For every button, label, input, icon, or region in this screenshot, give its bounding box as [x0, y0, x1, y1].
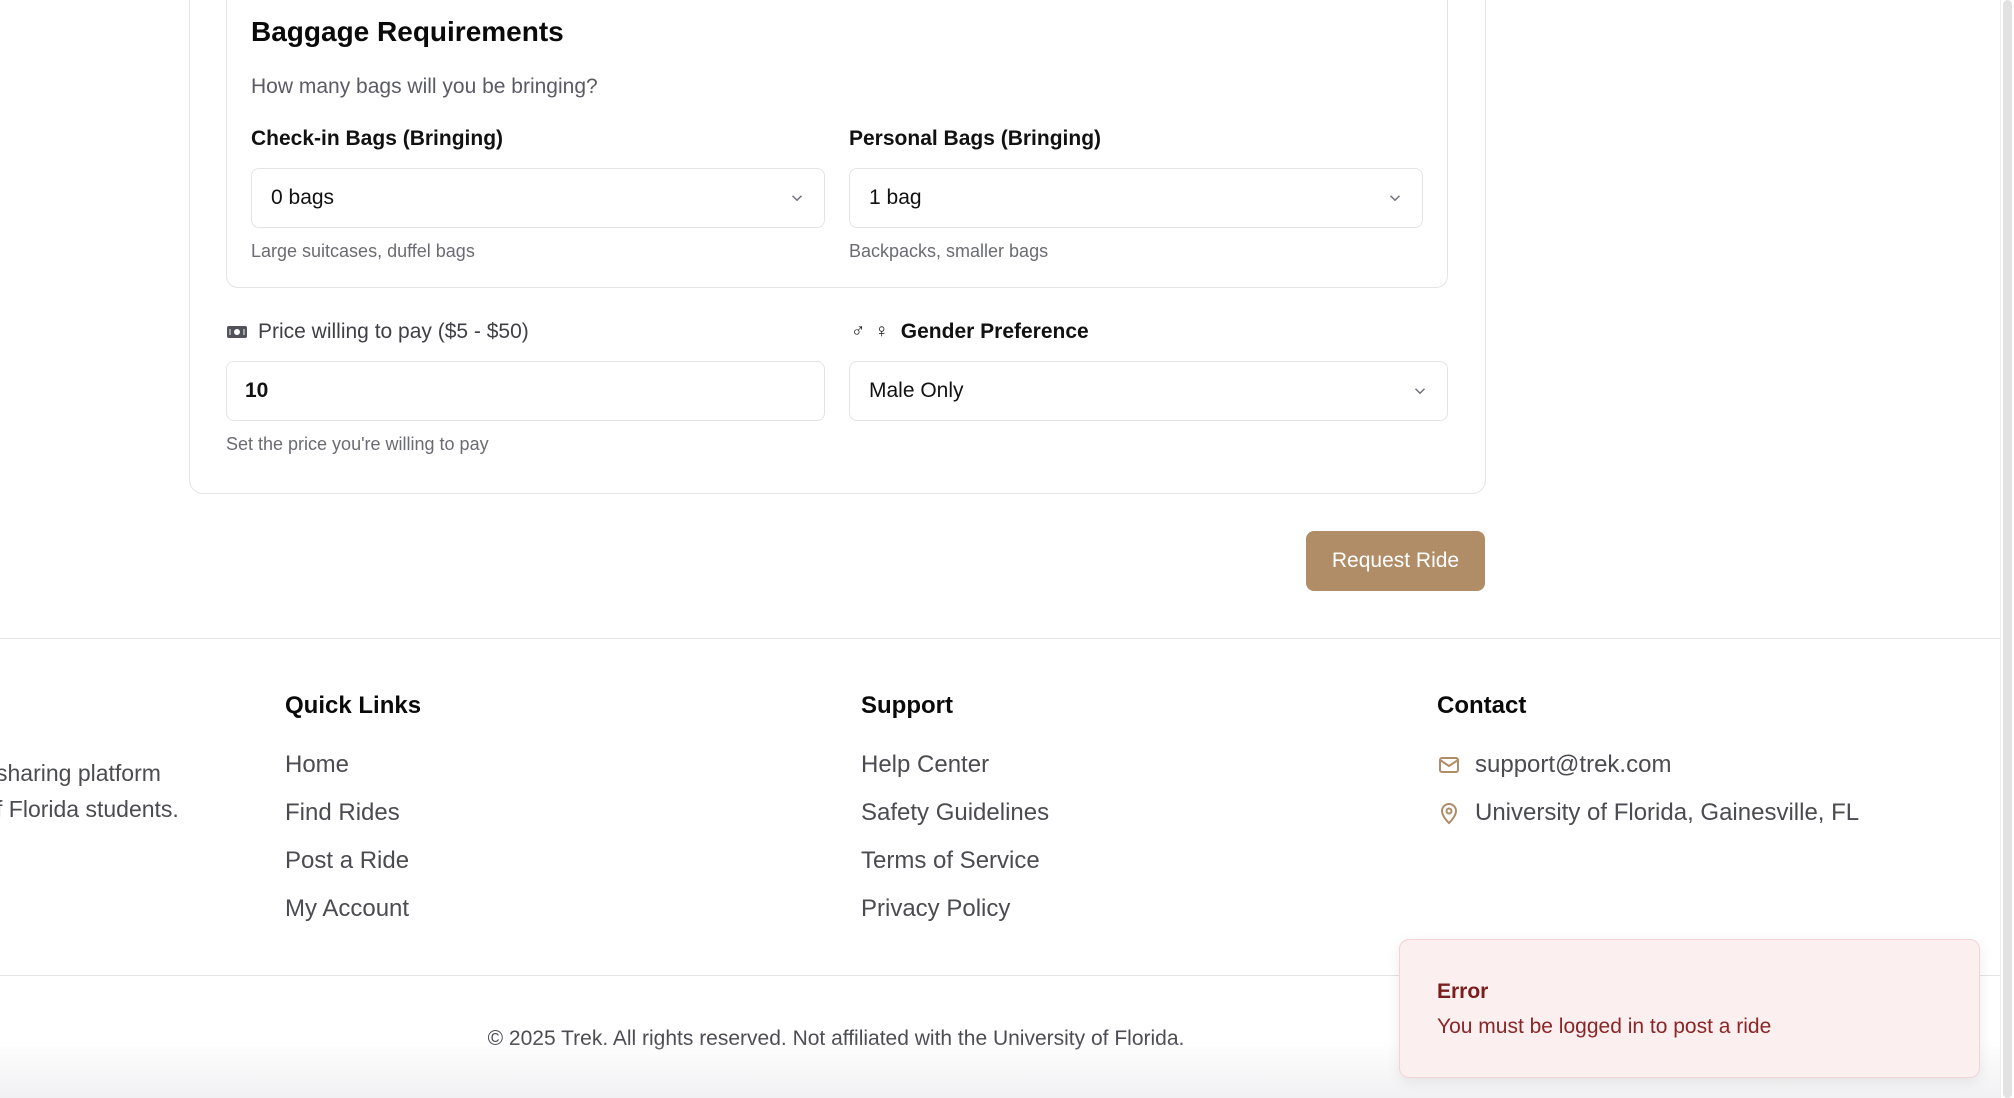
contact-location-row: University of Florida, Gainesville, FL: [1437, 799, 1859, 827]
footer-link-help-center[interactable]: Help Center: [861, 751, 989, 779]
checkin-bags-hint: Large suitcases, duffel bags: [251, 241, 475, 261]
error-toast[interactable]: Error You must be logged in to post a ri…: [1399, 939, 1980, 1078]
personal-bags-hint: Backpacks, smaller bags: [849, 241, 1049, 261]
money-icon: [227, 326, 247, 338]
footer-link-home[interactable]: Home: [285, 751, 349, 779]
baggage-heading: Baggage Requirements: [251, 16, 564, 47]
gender-preference-select[interactable]: Male Only: [849, 361, 1448, 421]
checkin-bags-label: Check-in Bags (Bringing): [251, 127, 504, 150]
footer-about-text: sharing platform f Florida students.: [0, 760, 179, 822]
gender-label: ♂ ♀ Gender Preference: [851, 320, 1089, 343]
personal-bags-label: Personal Bags (Bringing): [849, 127, 1102, 150]
baggage-subtitle: How many bags will you be bringing?: [251, 75, 598, 98]
support-heading: Support: [861, 692, 953, 719]
mail-icon: [1439, 757, 1459, 773]
contact-email-row[interactable]: support@trek.com: [1437, 751, 1671, 779]
footer-link-find-rides[interactable]: Find Rides: [285, 799, 400, 827]
contact-heading: Contact: [1437, 692, 1527, 719]
gender-symbols-icon: ♂ ♀: [851, 321, 891, 342]
checkin-bags-value: 0 bags: [271, 186, 335, 209]
chevron-down-icon: [1414, 388, 1426, 395]
gender-preference-value: Male Only: [869, 379, 964, 402]
footer-link-safety-guidelines[interactable]: Safety Guidelines: [861, 799, 1049, 827]
contact-email: support@trek.com: [1475, 751, 1672, 778]
price-label: Price willing to pay ($5 - $50): [226, 320, 529, 344]
scrollbar[interactable]: [2000, 0, 2014, 1098]
toast-message: You must be logged in to post a ride: [1437, 1015, 1772, 1038]
checkin-bags-select[interactable]: 0 bags: [251, 168, 825, 228]
scrollbar-thumb[interactable]: [2003, 0, 2012, 1098]
map-pin-icon: [1440, 803, 1458, 825]
price-hint: Set the price you're willing to pay: [226, 434, 489, 454]
personal-bags-value: 1 bag: [869, 186, 922, 209]
request-ride-button[interactable]: Request Ride: [1306, 531, 1485, 591]
chevron-down-icon: [791, 195, 803, 202]
quick-links-heading: Quick Links: [285, 692, 422, 719]
footer-link-post-a-ride[interactable]: Post a Ride: [285, 847, 409, 875]
personal-bags-select[interactable]: 1 bag: [849, 168, 1423, 228]
price-input[interactable]: 10: [226, 361, 825, 421]
footer-link-terms-of-service[interactable]: Terms of Service: [861, 847, 1040, 875]
footer-link-privacy-policy[interactable]: Privacy Policy: [861, 895, 1010, 923]
toast-title: Error: [1437, 980, 1489, 1003]
contact-location: University of Florida, Gainesville, FL: [1475, 799, 1860, 826]
footer-link-my-account[interactable]: My Account: [285, 895, 409, 923]
chevron-down-icon: [1389, 195, 1401, 202]
